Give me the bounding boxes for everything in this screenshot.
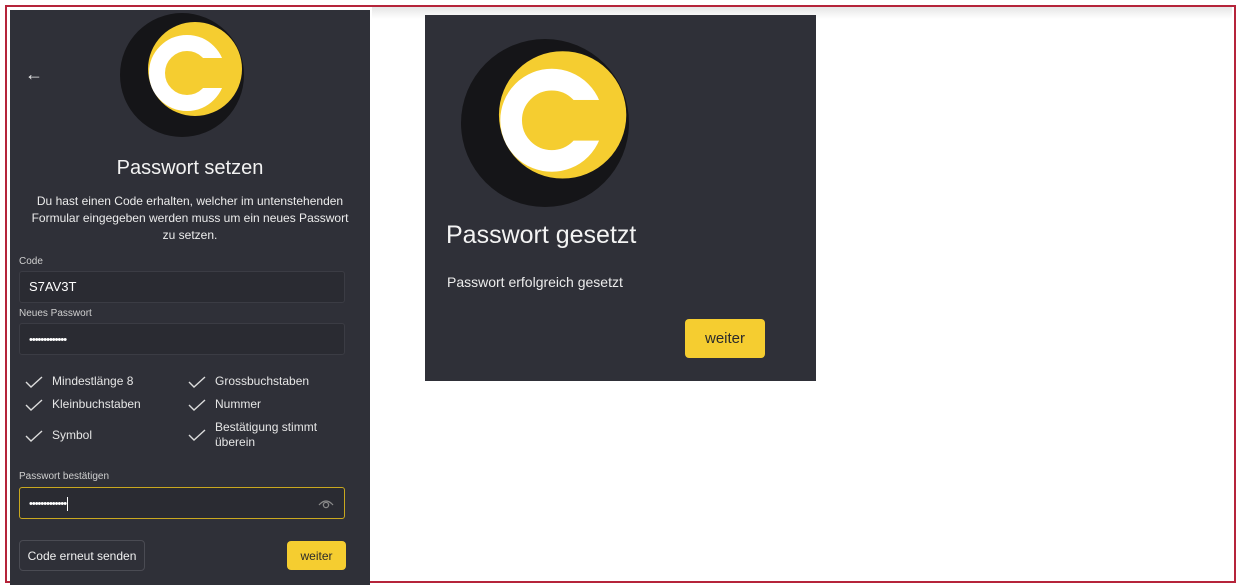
password-set-dialog: Passwort gesetzt Passwort erfolgreich ge…: [425, 15, 816, 381]
confirm-password-label: Passwort bestätigen: [19, 471, 110, 482]
description-text: Du hast einen Code erhalten, welcher im …: [31, 194, 349, 242]
continue-button[interactable]: weiter: [287, 541, 346, 570]
requirement-uppercase: Grossbuchstaben: [188, 374, 309, 389]
dialog-message: Passwort erfolgreich gesetzt: [447, 274, 623, 290]
reset-password-panel: ← Passwort setzen Du hast einen Code erh…: [10, 10, 370, 585]
c-logo-icon: [461, 39, 629, 207]
back-arrow-icon[interactable]: ←: [25, 64, 43, 85]
dialog-continue-button[interactable]: weiter: [685, 319, 765, 358]
requirement-label: Bestätigung stimmt überein: [215, 420, 318, 449]
requirement-number: Nummer: [188, 397, 261, 412]
resend-code-button[interactable]: Code erneut senden: [19, 540, 145, 571]
requirement-symbol: Symbol: [25, 428, 92, 443]
text-caret: [67, 496, 69, 511]
requirement-label: Symbol: [52, 428, 93, 442]
check-icon: [25, 429, 43, 442]
eye-icon[interactable]: [318, 496, 334, 510]
code-value: S7AV3T: [29, 279, 77, 294]
check-icon: [188, 375, 206, 388]
confirm-password-input[interactable]: •••••••••••••: [19, 487, 345, 519]
requirement-label: Grossbuchstaben: [215, 374, 310, 388]
check-icon: [25, 375, 43, 388]
confirm-password-masked: •••••••••••••: [29, 498, 67, 510]
requirement-label: Nummer: [215, 397, 262, 411]
c-logo-icon: [120, 13, 244, 137]
new-password-input[interactable]: •••••••••••••: [19, 323, 345, 355]
dialog-title: Passwort gesetzt: [446, 221, 637, 249]
page-title: Passwort setzen: [116, 157, 264, 179]
new-password-masked: •••••••••••••: [29, 334, 67, 346]
requirement-lowercase: Kleinbuchstaben: [25, 397, 141, 412]
requirement-label: Kleinbuchstaben: [52, 397, 141, 411]
requirement-label: Mindestlänge 8: [52, 374, 134, 388]
requirement-confirm-match: Bestätigung stimmt überein: [188, 420, 325, 450]
check-icon: [188, 398, 206, 411]
code-label: Code: [19, 256, 43, 267]
check-icon: [188, 429, 206, 441]
check-icon: [25, 398, 43, 411]
new-password-label: Neues Passwort: [19, 308, 92, 319]
code-input[interactable]: S7AV3T: [19, 271, 345, 303]
requirement-min-length: Mindestlänge 8: [25, 374, 133, 389]
